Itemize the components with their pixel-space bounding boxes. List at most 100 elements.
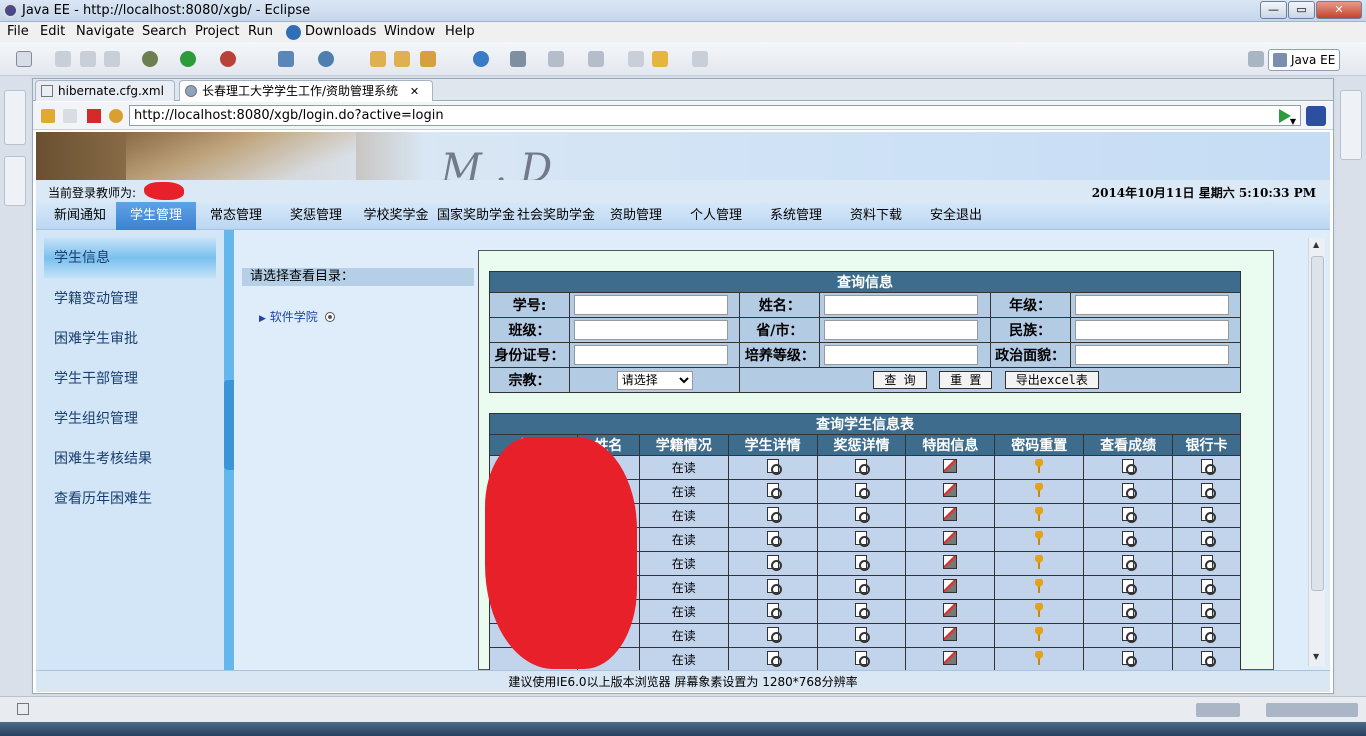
view-details-icon[interactable] bbox=[766, 627, 782, 643]
scroll-thumb[interactable] bbox=[1311, 256, 1324, 591]
tab-browser[interactable]: 长春理工大学学生工作/资助管理系统 ✕ bbox=[179, 80, 433, 101]
grade-input[interactable] bbox=[1074, 295, 1229, 315]
nav-student-management[interactable]: 学生管理 bbox=[116, 202, 196, 230]
view-details-icon[interactable] bbox=[766, 483, 782, 499]
fast-view-icon[interactable] bbox=[17, 703, 29, 715]
tab-hibernate-cfg[interactable]: hibernate.cfg.xml bbox=[35, 80, 175, 101]
panel-splitter[interactable] bbox=[224, 230, 234, 670]
view-details-icon[interactable] bbox=[766, 507, 782, 523]
left-menu-assessment-results[interactable]: 困难生考核结果 bbox=[36, 439, 224, 479]
debug-icon[interactable] bbox=[142, 51, 158, 67]
nav-downloads[interactable]: 资料下载 bbox=[836, 202, 916, 230]
view-bank-card-icon[interactable] bbox=[1200, 507, 1216, 523]
left-menu-hardship-approval[interactable]: 困难学生审批 bbox=[36, 319, 224, 359]
browser-icon[interactable] bbox=[473, 51, 489, 67]
nav-routine[interactable]: 常态管理 bbox=[196, 202, 276, 230]
student-id-input[interactable] bbox=[574, 295, 729, 315]
nav-news[interactable]: 新闻通知 bbox=[44, 202, 116, 230]
page-scrollbar[interactable]: ▲ ▼ bbox=[1308, 238, 1325, 666]
edit-hardship-icon[interactable] bbox=[943, 531, 958, 545]
nav-social-scholarship[interactable]: 社会奖助学金 bbox=[516, 202, 596, 230]
edit-hardship-icon[interactable] bbox=[943, 579, 958, 593]
view-rewards-icon[interactable] bbox=[855, 507, 871, 523]
view-bank-card-icon[interactable] bbox=[1200, 627, 1216, 643]
minimize-button[interactable]: — bbox=[1260, 1, 1287, 19]
view-details-icon[interactable] bbox=[766, 579, 782, 595]
nav-personal[interactable]: 个人管理 bbox=[676, 202, 756, 230]
save-icon[interactable] bbox=[55, 51, 71, 67]
view-rewards-icon[interactable] bbox=[855, 579, 871, 595]
view-details-icon[interactable] bbox=[766, 603, 782, 619]
query-button[interactable]: 查 询 bbox=[873, 371, 927, 389]
ethnicity-input[interactable] bbox=[1074, 320, 1229, 340]
reset-password-key-icon[interactable] bbox=[1034, 507, 1045, 521]
view-details-icon[interactable] bbox=[766, 531, 782, 547]
scroll-up-icon[interactable]: ▲ bbox=[1313, 240, 1319, 249]
left-menu-organization[interactable]: 学生组织管理 bbox=[36, 399, 224, 439]
menu-project[interactable]: Project bbox=[195, 24, 239, 39]
view-rewards-icon[interactable] bbox=[855, 651, 871, 667]
url-input[interactable]: http://localhost:8080/xgb/login.do?activ… bbox=[129, 105, 1301, 126]
forward-icon[interactable] bbox=[692, 51, 708, 67]
open-perspective-icon[interactable] bbox=[1248, 51, 1264, 67]
class-input[interactable] bbox=[574, 320, 729, 340]
name-input[interactable] bbox=[824, 295, 979, 315]
left-trim-stack-2[interactable] bbox=[4, 156, 26, 206]
view-grades-icon[interactable] bbox=[1122, 651, 1138, 667]
view-grades-icon[interactable] bbox=[1122, 507, 1138, 523]
reset-password-key-icon[interactable] bbox=[1034, 483, 1045, 497]
reset-password-key-icon[interactable] bbox=[1034, 531, 1045, 545]
menu-window[interactable]: Window bbox=[384, 24, 435, 39]
new-icon[interactable] bbox=[16, 51, 32, 67]
province-input[interactable] bbox=[824, 320, 979, 340]
view-grades-icon[interactable] bbox=[1122, 603, 1138, 619]
menu-navigate[interactable]: Navigate bbox=[76, 24, 134, 39]
left-trim-stack[interactable] bbox=[4, 90, 26, 145]
view-rewards-icon[interactable] bbox=[855, 603, 871, 619]
training-level-input[interactable] bbox=[824, 345, 979, 365]
view-bank-card-icon[interactable] bbox=[1200, 555, 1216, 571]
edit-hardship-icon[interactable] bbox=[943, 603, 958, 617]
reset-password-key-icon[interactable] bbox=[1034, 603, 1045, 617]
edit-hardship-icon[interactable] bbox=[943, 483, 958, 497]
status-trim-icons-2[interactable] bbox=[1266, 703, 1358, 717]
nav-logout[interactable]: 安全退出 bbox=[916, 202, 996, 230]
go-icon[interactable] bbox=[1279, 109, 1291, 123]
tree-radio-icon[interactable] bbox=[324, 312, 335, 322]
save-all-icon[interactable] bbox=[80, 51, 96, 67]
id-number-input[interactable] bbox=[574, 345, 729, 365]
view-details-icon[interactable] bbox=[766, 459, 782, 475]
edit-hardship-icon[interactable] bbox=[943, 507, 958, 521]
menu-file[interactable]: File bbox=[7, 24, 29, 39]
new-server-icon[interactable] bbox=[278, 51, 294, 67]
external-tools-icon[interactable] bbox=[220, 51, 236, 67]
reset-password-key-icon[interactable] bbox=[1034, 651, 1045, 665]
view-details-icon[interactable] bbox=[766, 651, 782, 667]
stop-icon[interactable] bbox=[87, 109, 101, 123]
edit-hardship-icon[interactable] bbox=[943, 555, 958, 569]
left-menu-student-info[interactable]: 学生信息 bbox=[44, 238, 216, 278]
nav-national-scholarship[interactable]: 国家奖助学金 bbox=[436, 202, 516, 230]
reset-password-key-icon[interactable] bbox=[1034, 627, 1045, 641]
close-button[interactable]: ✕ bbox=[1316, 1, 1362, 19]
nav-system[interactable]: 系统管理 bbox=[756, 202, 836, 230]
back-icon[interactable] bbox=[652, 51, 668, 67]
menu-downloads[interactable]: Downloads bbox=[305, 24, 376, 39]
view-rewards-icon[interactable] bbox=[855, 459, 871, 475]
view-rewards-icon[interactable] bbox=[855, 483, 871, 499]
print-icon[interactable] bbox=[104, 51, 120, 67]
maximize-button[interactable]: ▭ bbox=[1288, 1, 1315, 19]
open-folder-icon[interactable] bbox=[394, 51, 410, 67]
reset-password-key-icon[interactable] bbox=[1034, 555, 1045, 569]
last-edit-icon[interactable] bbox=[628, 51, 644, 67]
religion-select[interactable]: 请选择 bbox=[616, 370, 693, 390]
view-grades-icon[interactable] bbox=[1122, 459, 1138, 475]
search-tool-icon[interactable] bbox=[420, 51, 436, 67]
view-grades-icon[interactable] bbox=[1122, 627, 1138, 643]
splitter-grip[interactable] bbox=[224, 380, 234, 470]
back-arrow-icon[interactable] bbox=[41, 109, 55, 123]
nav-rewards[interactable]: 奖惩管理 bbox=[276, 202, 356, 230]
view-bank-card-icon[interactable] bbox=[1200, 483, 1216, 499]
status-trim-icons[interactable] bbox=[1196, 703, 1240, 717]
refresh-icon[interactable] bbox=[109, 109, 123, 123]
